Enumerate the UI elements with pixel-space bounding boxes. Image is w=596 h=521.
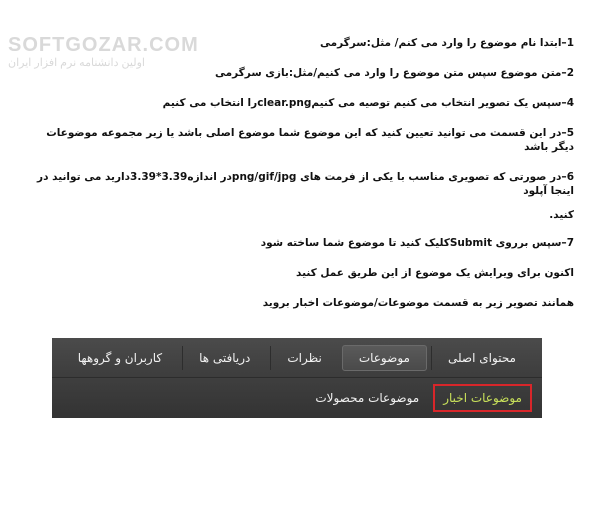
instructions: 1–ابتدا نام موضوع را وارد می کنم/ مثل:سر… [34, 36, 574, 326]
tab-comments[interactable]: نظرات [270, 345, 337, 370]
note-edit: اکنون برای ویرایش یک موضوع از این طریق ع… [296, 267, 574, 279]
subnav-news-topics[interactable]: موضوعات اخبار [433, 384, 532, 412]
admin-navbar: محتوای اصلی موضوعات نظرات دریافتی ها کار… [52, 338, 542, 418]
sub-nav: موضوعات اخبار موضوعات محصولات [52, 378, 542, 418]
subnav-product-topics[interactable]: موضوعات محصولات [307, 386, 427, 410]
step-1: 1–ابتدا نام موضوع را وارد می کنم/ مثل:سر… [320, 37, 574, 49]
step-7: 7–سپس برروی Submitکلیک کنید تا موضوع شما… [260, 237, 574, 249]
note-navigate: همانند تصویر زیر به قسمت موضوعات/موضوعات… [262, 297, 574, 309]
step-6: 6–در صورتی که تصویری مناسب با یکی از فرم… [34, 170, 574, 222]
step-6-line2: کنید. [549, 209, 574, 221]
step-6-line1: 6–در صورتی که تصویری مناسب با یکی از فرم… [37, 171, 574, 197]
tab-main-content[interactable]: محتوای اصلی [430, 345, 532, 370]
main-nav: محتوای اصلی موضوعات نظرات دریافتی ها کار… [52, 338, 542, 378]
tab-topics[interactable]: موضوعات [341, 344, 427, 371]
step-4: 4–سپس یک تصویر انتخاب می کنیم توصیه می ک… [162, 97, 574, 109]
tab-received[interactable]: دریافتی ها [182, 345, 266, 370]
step-2: 2–متن موضوع سپس متن موضوع را وارد می کنی… [215, 67, 574, 79]
step-5: 5–در این قسمت می توانید تعیین کنید که ای… [46, 127, 574, 153]
tab-users-groups[interactable]: کاربران و گروهها [62, 346, 178, 370]
